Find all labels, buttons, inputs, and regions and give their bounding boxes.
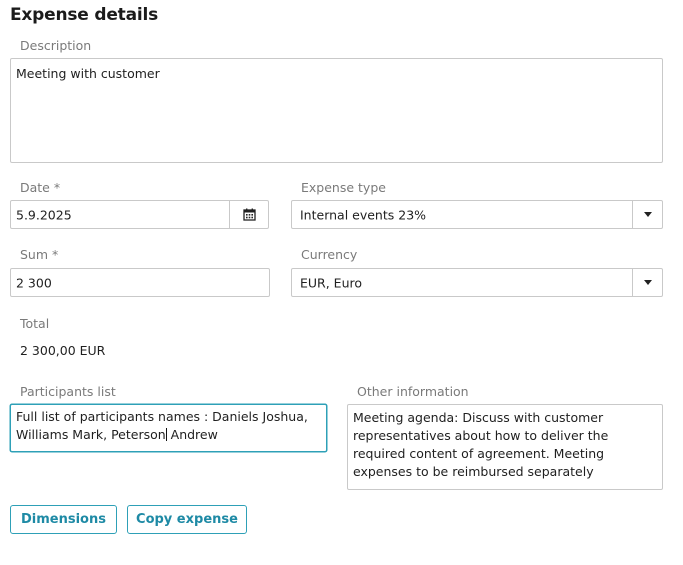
total-value: 2 300,00 EUR <box>20 343 106 358</box>
participants-value: Full list of participants names : Daniel… <box>16 409 308 442</box>
expense-type-select[interactable]: Internal events 23% <box>291 200 663 229</box>
dimensions-button[interactable]: Dimensions <box>10 505 117 534</box>
date-label: Date * <box>20 180 61 195</box>
expense-type-value: Internal events 23% <box>300 207 427 222</box>
sum-input[interactable]: 2 300 <box>10 268 270 297</box>
sum-value: 2 300 <box>16 275 52 290</box>
participants-label: Participants list <box>20 384 116 399</box>
description-textarea[interactable]: Meeting with customer <box>10 58 663 163</box>
currency-value: EUR, Euro <box>300 275 363 290</box>
currency-select[interactable]: EUR, Euro <box>291 268 663 297</box>
date-value: 5.9.2025 <box>16 207 72 222</box>
currency-dropdown-button[interactable] <box>632 269 662 296</box>
calendar-icon <box>242 208 256 221</box>
sum-label: Sum * <box>20 247 59 262</box>
other-information-label: Other information <box>357 384 469 399</box>
page-title: Expense details <box>10 5 159 25</box>
description-label: Description <box>20 38 92 53</box>
chevron-down-icon <box>643 212 652 217</box>
date-picker-button[interactable] <box>229 201 268 228</box>
expense-type-dropdown-button[interactable] <box>632 201 662 228</box>
total-label: Total <box>20 316 50 331</box>
chevron-down-icon <box>643 280 652 285</box>
date-input[interactable]: 5.9.2025 <box>10 200 269 229</box>
currency-label: Currency <box>301 247 358 262</box>
participants-textarea[interactable]: Full list of participants names : Daniel… <box>10 404 327 452</box>
expense-type-label: Expense type <box>301 180 386 195</box>
copy-expense-button[interactable]: Copy expense <box>127 505 247 534</box>
other-information-value: Meeting agenda: Discuss with customer re… <box>353 410 609 479</box>
other-information-textarea[interactable]: Meeting agenda: Discuss with customer re… <box>347 404 663 490</box>
description-value: Meeting with customer <box>16 66 160 81</box>
